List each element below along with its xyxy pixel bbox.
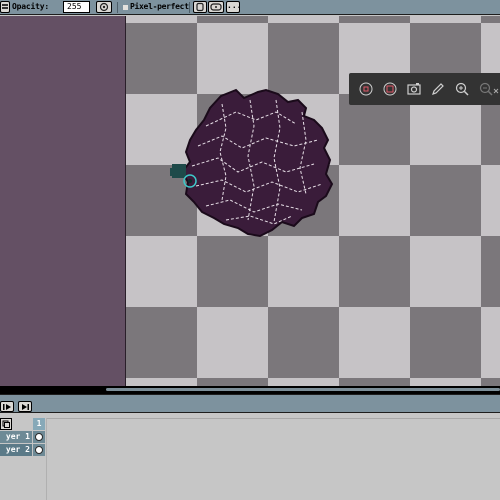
checker-tile	[481, 16, 500, 23]
checker-tile	[410, 307, 481, 378]
checker-tile	[197, 307, 268, 378]
layer-stack-icon[interactable]	[0, 1, 10, 13]
checker-tile	[268, 378, 339, 386]
checker-tile	[410, 236, 481, 307]
separator	[117, 2, 118, 13]
pixel-perfect-label: Pixel-perfect	[130, 2, 189, 11]
horizontal-scrollbar-thumb[interactable]	[106, 388, 500, 391]
checker-tile	[481, 307, 500, 378]
layer-row-layer-2[interactable]: yer 2	[0, 444, 32, 456]
opacity-picker-button[interactable]	[96, 1, 112, 13]
checker-tile	[268, 16, 339, 23]
cel-layer-2-frame-1[interactable]	[33, 444, 45, 456]
checker-tile	[410, 16, 481, 23]
layer-header-icon[interactable]	[0, 418, 12, 430]
checker-tile	[481, 165, 500, 236]
checker-tile	[126, 307, 197, 378]
checker-tile	[126, 23, 197, 94]
play-icon[interactable]	[0, 401, 14, 412]
rounded-square-icon	[196, 2, 204, 12]
checker-tile	[339, 165, 410, 236]
checker-tile	[339, 378, 410, 386]
timeline-toolbar	[0, 394, 500, 413]
checker-tile	[481, 236, 500, 307]
more-options-button[interactable]: ...	[226, 1, 241, 13]
brush-shape-button[interactable]	[193, 1, 207, 13]
checkerboard-canvas	[126, 16, 500, 386]
checker-tile	[126, 378, 197, 386]
cel-icon	[35, 446, 43, 454]
checker-tile	[197, 16, 268, 23]
zoom-in-icon[interactable]	[454, 81, 470, 97]
checker-tile	[197, 236, 268, 307]
checker-tile	[481, 378, 500, 386]
checker-tile	[339, 236, 410, 307]
grid-icon[interactable]	[358, 81, 374, 97]
timeline-grid-line	[46, 418, 47, 500]
checker-tile	[339, 307, 410, 378]
timeline-grid-line	[46, 418, 500, 419]
floating-toolbar	[349, 73, 500, 105]
close-icon[interactable]	[492, 81, 500, 97]
checker-tile	[339, 16, 410, 23]
checker-tile	[126, 236, 197, 307]
selection-icon[interactable]	[382, 81, 398, 97]
opacity-label: Opacity:	[12, 2, 49, 11]
separator	[189, 2, 190, 13]
checker-tile	[410, 378, 481, 386]
pencil-icon[interactable]	[430, 81, 446, 97]
checker-tile	[410, 165, 481, 236]
cel-icon	[35, 433, 43, 441]
brush-size-button[interactable]	[208, 1, 224, 13]
context-bar: Opacity: 255 Pixel-perfect ...	[0, 0, 500, 15]
frame-number[interactable]: 1	[33, 418, 45, 430]
checker-tile	[268, 23, 339, 94]
cel-layer-1-frame-1[interactable]	[33, 431, 45, 443]
checker-tile	[197, 23, 268, 94]
pixel-perfect-checkbox[interactable]	[123, 5, 128, 10]
next-frame-icon[interactable]	[18, 401, 32, 412]
sprite-canvas[interactable]	[126, 16, 500, 386]
checker-tile	[268, 236, 339, 307]
opacity-input[interactable]: 255	[63, 1, 90, 13]
checker-tile	[268, 307, 339, 378]
checker-tile	[197, 378, 268, 386]
checker-tile	[126, 16, 197, 23]
eyedropper-icon	[99, 2, 109, 12]
layer-row-layer-1[interactable]: yer 1	[0, 431, 32, 443]
camera-icon[interactable]	[406, 81, 422, 97]
ink-icon	[210, 3, 222, 11]
